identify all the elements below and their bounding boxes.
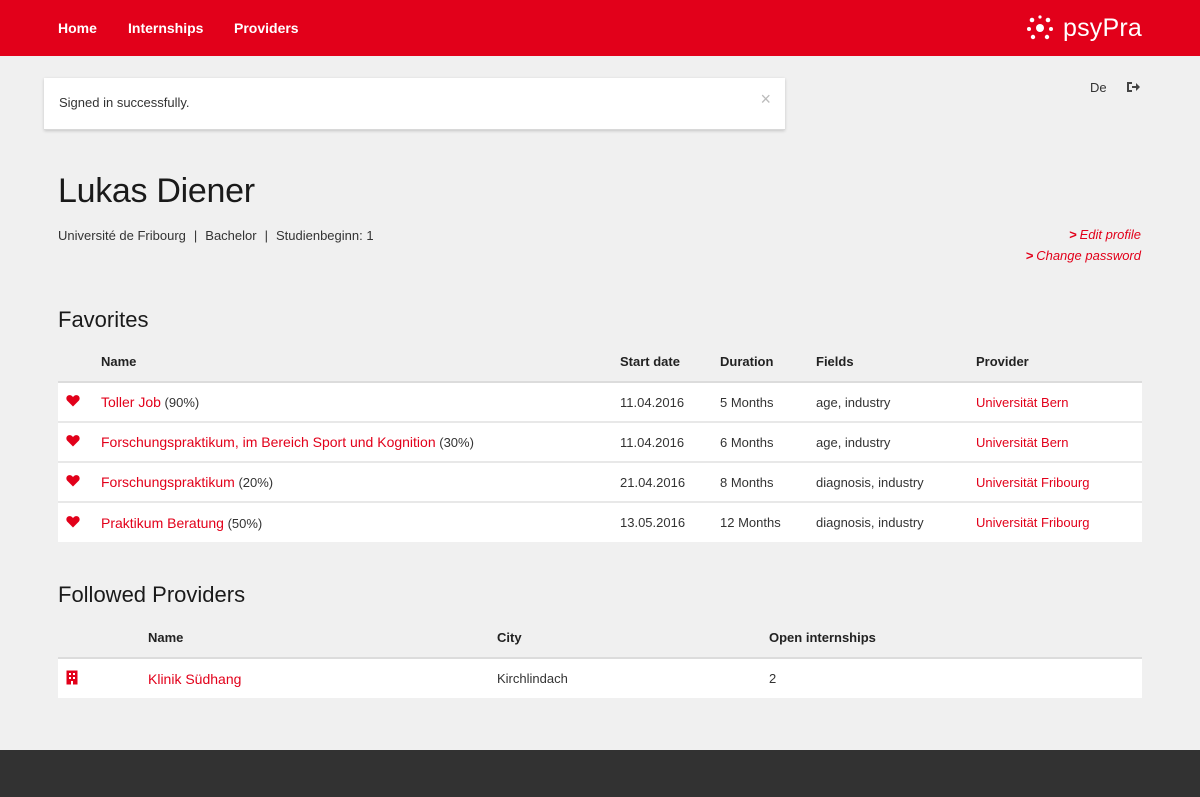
city-cell: Kirchlindach (497, 657, 769, 698)
logo-dots-icon (1026, 15, 1053, 40)
favorite-row: Praktikum Beratung (50%) 13.05.2016 12 Mon… (58, 501, 1142, 542)
page-footer (0, 750, 1200, 797)
internship-link[interactable]: Toller Job (101, 394, 161, 410)
provider-link[interactable]: Universität Bern (976, 435, 1068, 450)
favorite-name-cell: Forschungspraktikum (20%) (101, 461, 620, 502)
favorite-row: Toller Job (90%) 11.04.2016 5 Months age, i… (58, 381, 1142, 422)
column-header-fields[interactable]: Fields (816, 342, 976, 383)
start-date-cell: 21.04.2016 (620, 461, 720, 502)
fields-cell: age, industry (816, 421, 976, 462)
meta-separator: | (193, 228, 198, 243)
provider-link[interactable]: Klinik Südhang (148, 671, 241, 687)
provider-link[interactable]: Universität Fribourg (976, 475, 1089, 490)
favorite-name-cell: Forschungspraktikum, im Bereich Sport un… (101, 421, 620, 462)
icon-column-header (58, 342, 101, 383)
favorite-icon-cell (58, 501, 101, 542)
column-header-duration[interactable]: Duration (720, 342, 816, 383)
sign-out-icon[interactable] (1126, 80, 1140, 99)
favorite-icon-cell (58, 461, 101, 502)
nav-providers-link[interactable]: Providers (234, 20, 299, 36)
psypra-logo[interactable]: psyPra (1023, 11, 1142, 45)
favorites-table: Name Start date Duration Fields Provider… (58, 342, 1142, 542)
column-header-provider[interactable]: Provider (976, 342, 1142, 383)
alert-message: Signed in successfully. (59, 95, 190, 110)
provider-name-cell: Klinik Südhang (148, 657, 497, 698)
followed-providers-heading: Followed Providers (58, 582, 246, 607)
duration-cell: 8 Months (720, 461, 816, 502)
provider-cell: Universität Bern (976, 381, 1142, 422)
change-password-label: Change password (1036, 248, 1141, 263)
user-study-start: Studienbeginn: 1 (275, 228, 374, 243)
provider-cell: Universität Bern (976, 421, 1142, 462)
building-icon (66, 670, 78, 688)
match-percentage: (90%) (164, 395, 200, 410)
user-degree: Bachelor (205, 228, 257, 243)
fields-cell: diagnosis, industry (816, 461, 976, 502)
internship-link[interactable]: Praktikum Beratung (101, 515, 224, 531)
heart-icon[interactable] (66, 395, 80, 410)
provider-link[interactable]: Universität Bern (976, 395, 1068, 410)
duration-cell: 6 Months (720, 421, 816, 462)
start-date-cell: 11.04.2016 (620, 381, 720, 422)
provider-cell: Universität Fribourg (976, 501, 1142, 542)
fields-cell: diagnosis, industry (816, 501, 976, 542)
duration-cell: 12 Months (720, 501, 816, 542)
provider-icon-cell (58, 657, 148, 698)
fields-cell: age, industry (816, 381, 976, 422)
provider-link[interactable]: Universität Fribourg (976, 515, 1089, 530)
favorites-heading: Favorites (58, 307, 149, 332)
column-header-city[interactable]: City (497, 618, 769, 659)
change-password-link[interactable]: > Change password (1026, 248, 1141, 263)
heart-icon[interactable] (66, 515, 80, 531)
flash-alert: Signed in successfully. × (44, 78, 785, 130)
top-navbar: Home Internships Providers psyPra (0, 0, 1200, 56)
provider-cell: Universität Fribourg (976, 461, 1142, 502)
favorite-row: Forschungspraktikum, im Bereich Sport un… (58, 421, 1142, 462)
alert-close-button[interactable]: × (760, 90, 771, 108)
favorite-name-cell: Toller Job (90%) (101, 381, 620, 422)
internship-link[interactable]: Forschungspraktikum (101, 474, 235, 490)
chevron-right-icon: > (1068, 227, 1077, 242)
match-percentage: (20%) (238, 475, 274, 490)
favorite-icon-cell (58, 421, 101, 462)
logo-text: psyPra (1062, 13, 1142, 42)
favorite-name-cell: Praktikum Beratung (50%) (101, 501, 620, 542)
followed-providers-table: Name City Open internships Klinik Südhan… (58, 618, 1142, 698)
heart-icon[interactable] (66, 475, 80, 490)
favorite-icon-cell (58, 381, 101, 422)
internship-link[interactable]: Forschungspraktikum, im Bereich Sport un… (101, 434, 436, 450)
language-switch[interactable]: De (1090, 80, 1107, 95)
user-university: Université de Fribourg (58, 228, 186, 243)
favorite-row: Forschungspraktikum (20%) 21.04.2016 8 Mon… (58, 461, 1142, 502)
column-header-name[interactable]: Name (148, 618, 497, 659)
user-meta: Université de Fribourg | Bachelor | Studienb… (58, 228, 374, 243)
user-name: Lukas Diener (58, 172, 255, 210)
match-percentage: (30%) (439, 435, 474, 450)
icon-column-header (58, 618, 148, 659)
edit-profile-link[interactable]: > Edit profile (1069, 227, 1141, 242)
edit-profile-label: Edit profile (1079, 227, 1141, 242)
nav-home-link[interactable]: Home (58, 20, 97, 36)
column-header-name[interactable]: Name (101, 342, 620, 383)
column-header-start-date[interactable]: Start date (620, 342, 720, 383)
start-date-cell: 11.04.2016 (620, 421, 720, 462)
meta-separator: | (264, 228, 268, 243)
nav-internships-link[interactable]: Internships (128, 20, 203, 36)
heart-icon[interactable] (66, 435, 80, 450)
chevron-right-icon: > (1025, 248, 1034, 263)
match-percentage: (50%) (227, 515, 263, 531)
followed-provider-row: Klinik Südhang Kirchlindach 2 (58, 657, 1142, 698)
favorites-header-row: Name Start date Duration Fields Provider (58, 342, 1142, 383)
duration-cell: 5 Months (720, 381, 816, 422)
providers-header-row: Name City Open internships (58, 618, 1142, 659)
open-internships-cell: 2 (769, 657, 1142, 698)
start-date-cell: 13.05.2016 (620, 501, 720, 542)
column-header-open-internships[interactable]: Open internships (769, 618, 1142, 659)
